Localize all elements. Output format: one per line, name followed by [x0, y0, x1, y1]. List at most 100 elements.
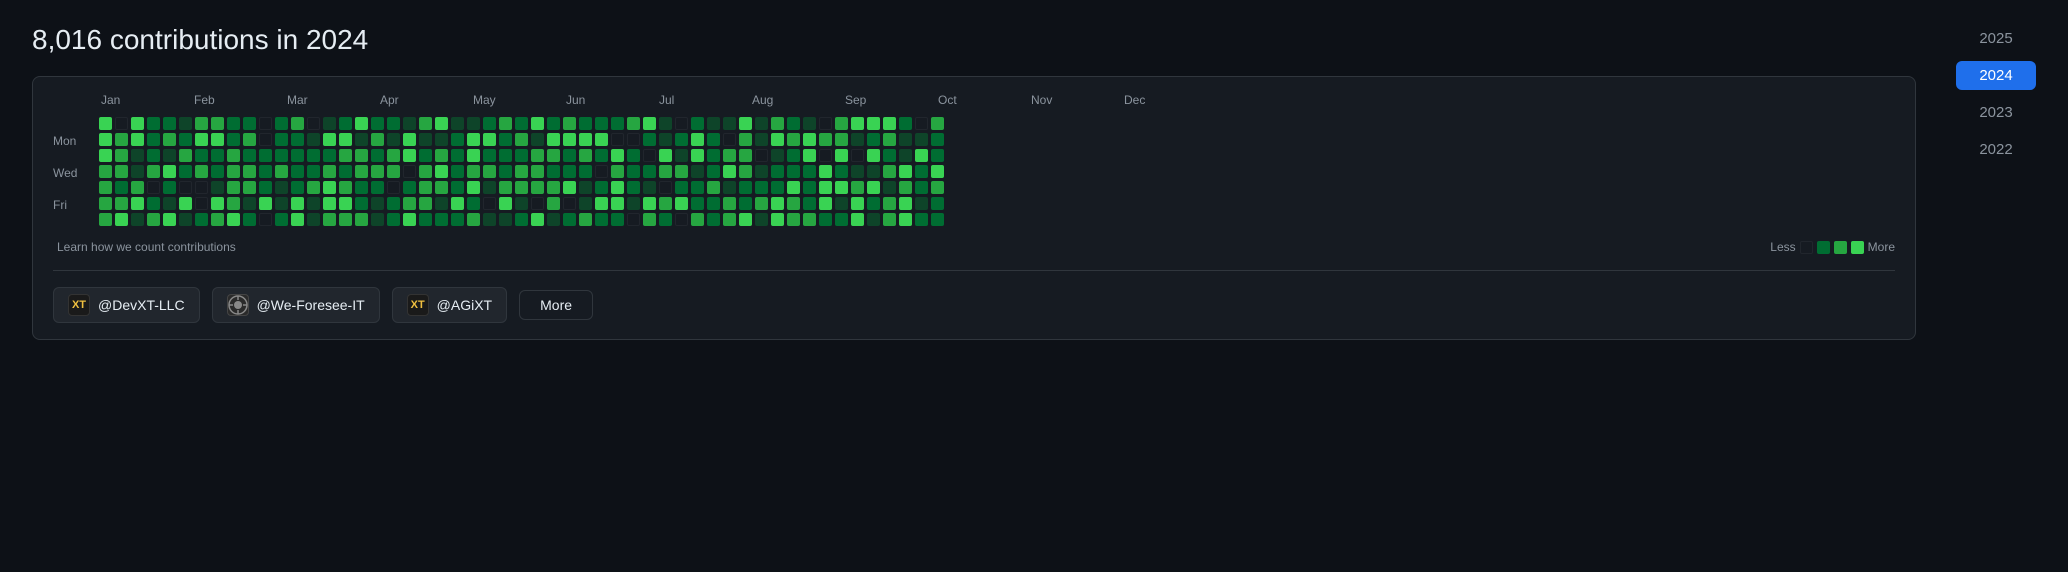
contribution-cell	[659, 213, 672, 226]
contribution-cell	[883, 133, 896, 146]
contribution-cell	[611, 117, 624, 130]
contribution-cell	[803, 181, 816, 194]
org-button[interactable]: XT@AGiXT	[392, 287, 507, 323]
contribution-cell	[147, 197, 160, 210]
contribution-cell	[867, 181, 880, 194]
contribution-cell	[643, 133, 656, 146]
contribution-cell	[707, 149, 720, 162]
contribution-cell	[739, 181, 752, 194]
contribution-cell	[323, 165, 336, 178]
contribution-cell	[691, 117, 704, 130]
contribution-cell	[723, 165, 736, 178]
month-label: Jun	[566, 93, 659, 107]
contribution-cell	[819, 213, 832, 226]
contribution-cell	[595, 133, 608, 146]
contribution-cell	[723, 213, 736, 226]
week-col	[403, 117, 416, 228]
contribution-cell	[275, 117, 288, 130]
contribution-cell	[627, 133, 640, 146]
contribution-cell	[99, 117, 112, 130]
week-col	[467, 117, 480, 228]
week-col	[147, 117, 160, 228]
contribution-cell	[435, 133, 448, 146]
contribution-cell	[579, 165, 592, 178]
contribution-cell	[915, 181, 928, 194]
legend-less-label: Less	[1770, 240, 1795, 254]
contribution-cell	[339, 165, 352, 178]
contribution-cell	[291, 117, 304, 130]
contribution-cell	[163, 133, 176, 146]
learn-link[interactable]: Learn how we count contributions	[57, 240, 236, 254]
contribution-cell	[131, 133, 144, 146]
contribution-cell	[211, 197, 224, 210]
year-button[interactable]: 2025	[1956, 24, 2036, 53]
contribution-cell	[867, 165, 880, 178]
contribution-cell	[451, 181, 464, 194]
month-label: Sep	[845, 93, 938, 107]
contribution-cell	[851, 149, 864, 162]
contribution-cell	[595, 149, 608, 162]
contribution-cell	[803, 165, 816, 178]
contribution-cell	[339, 181, 352, 194]
contribution-cell	[931, 133, 944, 146]
contribution-cell	[867, 197, 880, 210]
week-col	[419, 117, 432, 228]
contribution-cell	[163, 149, 176, 162]
contribution-cell	[227, 149, 240, 162]
contribution-cell	[531, 197, 544, 210]
week-col	[387, 117, 400, 228]
contribution-cell	[355, 181, 368, 194]
contribution-cell	[915, 213, 928, 226]
year-button[interactable]: 2024	[1956, 61, 2036, 90]
org-name: @DevXT-LLC	[98, 297, 185, 313]
contribution-cell	[899, 117, 912, 130]
contribution-cell	[835, 149, 848, 162]
contribution-cell	[707, 181, 720, 194]
org-button[interactable]: XT@DevXT-LLC	[53, 287, 200, 323]
contribution-cell	[515, 213, 528, 226]
contribution-cell	[835, 117, 848, 130]
org-button[interactable]: @We-Foresee-IT	[212, 287, 380, 323]
contribution-cell	[675, 181, 688, 194]
contribution-cell	[851, 165, 864, 178]
contribution-cell	[787, 117, 800, 130]
contribution-cell	[835, 213, 848, 226]
contribution-cell	[99, 197, 112, 210]
contribution-cell	[499, 133, 512, 146]
contribution-cell	[179, 149, 192, 162]
contribution-cell	[803, 197, 816, 210]
contribution-cell	[819, 165, 832, 178]
contribution-cell	[771, 149, 784, 162]
contribution-cell	[467, 149, 480, 162]
contribution-cell	[483, 117, 496, 130]
contribution-cell	[307, 117, 320, 130]
contribution-cell	[259, 165, 272, 178]
contribution-cell	[467, 165, 480, 178]
contribution-cell	[179, 133, 192, 146]
contribution-cell	[883, 213, 896, 226]
contribution-cell	[211, 165, 224, 178]
contribution-cell	[435, 197, 448, 210]
contribution-cell	[787, 149, 800, 162]
contribution-cell	[643, 117, 656, 130]
year-button[interactable]: 2023	[1956, 98, 2036, 127]
contribution-cell	[707, 117, 720, 130]
contribution-cell	[291, 165, 304, 178]
contribution-cell	[899, 197, 912, 210]
year-button[interactable]: 2022	[1956, 135, 2036, 164]
contribution-cell	[931, 197, 944, 210]
contribution-cell	[435, 181, 448, 194]
contribution-cell	[131, 197, 144, 210]
contribution-cell	[707, 197, 720, 210]
contribution-cell	[595, 197, 608, 210]
contribution-cell	[227, 165, 240, 178]
org-name: @AGiXT	[437, 297, 492, 313]
contribution-cell	[787, 181, 800, 194]
contribution-cell	[595, 117, 608, 130]
contribution-cell	[195, 117, 208, 130]
contribution-cell	[243, 117, 256, 130]
week-col	[339, 117, 352, 228]
contribution-cell	[307, 213, 320, 226]
contribution-cell	[835, 181, 848, 194]
more-button[interactable]: More	[519, 290, 593, 320]
